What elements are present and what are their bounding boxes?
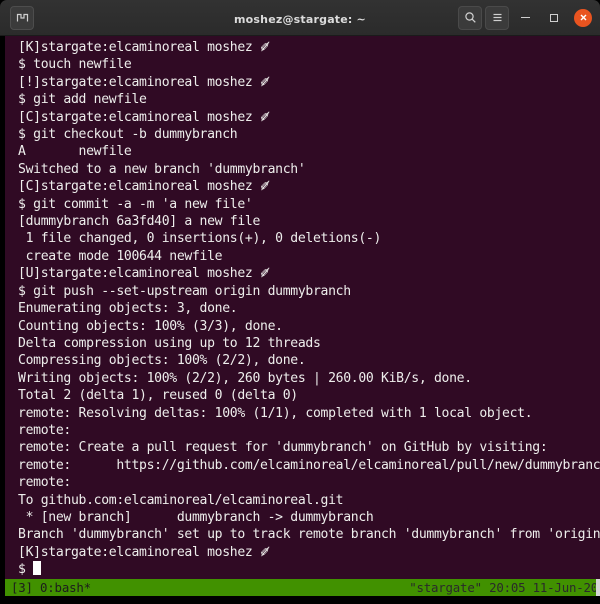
terminal-line: * [new branch] dummybranch -> dummybranc…	[5, 509, 600, 526]
terminal-line: [K]stargate:elcaminoreal moshez ✐̸	[5, 39, 600, 56]
no-edit-pencil-icon: ✐̸	[260, 179, 270, 193]
terminal-line: Delta compression using up to 12 threads	[5, 335, 600, 352]
terminal-line: 1 file changed, 0 insertions(+), 0 delet…	[5, 230, 600, 247]
terminal-line: Branch 'dummybranch' set up to track rem…	[5, 526, 600, 543]
terminal-body-frame: [K]stargate:elcaminoreal moshez ✐̸$ touc…	[0, 36, 600, 604]
no-edit-pencil-icon: ✐̸	[260, 266, 270, 280]
title-bar[interactable]: moshez@stargate: ~	[0, 0, 600, 36]
terminal-line: A newfile	[5, 143, 600, 160]
terminal-line: $ git checkout -b dummybranch	[5, 126, 600, 143]
no-edit-pencil-icon: ✐̸	[260, 40, 270, 54]
hamburger-menu-icon[interactable]	[485, 6, 509, 30]
terminal-line: Switched to a new branch 'dummybranch'	[5, 161, 600, 178]
title-bar-left-group	[8, 6, 34, 30]
no-edit-pencil-icon: ✐̸	[260, 75, 270, 89]
window-bottom-frame	[5, 596, 600, 604]
terminal-line: To github.com:elcaminoreal/elcaminoreal.…	[5, 492, 600, 509]
terminal-line: Writing objects: 100% (2/2), 260 bytes |…	[5, 370, 600, 387]
terminal-line: remote:	[5, 422, 600, 439]
search-icon[interactable]	[458, 6, 482, 30]
terminal-line: Counting objects: 100% (3/3), done.	[5, 318, 600, 335]
terminal-cursor	[33, 561, 41, 575]
terminal-line: $ git commit -a -m 'a new file'	[5, 196, 600, 213]
terminal-prompt-line[interactable]: $	[5, 561, 600, 578]
terminal-line: remote: https://github.com/elcaminoreal/…	[5, 457, 600, 474]
terminal-line: $ git add newfile	[5, 91, 600, 108]
tmux-session-info: "stargate" 20:05 11-Jun-20	[409, 579, 598, 596]
terminal-line: remote: Resolving deltas: 100% (1/1), co…	[5, 405, 600, 422]
no-edit-pencil-icon: ✐̸	[260, 110, 270, 124]
terminal-line: [U]stargate:elcaminoreal moshez ✐̸	[5, 265, 600, 282]
terminal-window: moshez@stargate: ~	[0, 0, 600, 542]
tmux-window-list[interactable]: [3] 0:bash*	[11, 579, 91, 596]
minimize-icon[interactable]	[512, 5, 538, 31]
tmux-status-bar[interactable]: [3] 0:bash* "stargate" 20:05 11-Jun-20	[5, 579, 600, 596]
terminal-line: remote:	[5, 474, 600, 491]
terminal-line: remote: Create a pull request for 'dummy…	[5, 439, 600, 456]
terminal-line: Total 2 (delta 1), reused 0 (delta 0)	[5, 387, 600, 404]
title-bar-controls	[458, 5, 594, 31]
terminal-icon[interactable]	[10, 6, 34, 30]
terminal-line: [dummybranch 6a3fd40] a new file	[5, 213, 600, 230]
terminal-line: Compressing objects: 100% (2/2), done.	[5, 352, 600, 369]
terminal-line: [C]stargate:elcaminoreal moshez ✐̸	[5, 178, 600, 195]
window-title: moshez@stargate: ~	[234, 13, 366, 26]
terminal-output[interactable]: [K]stargate:elcaminoreal moshez ✐̸$ touc…	[5, 36, 600, 579]
maximize-glyph	[550, 14, 558, 22]
minimize-glyph	[521, 17, 530, 18]
terminal-line: [C]stargate:elcaminoreal moshez ✐̸	[5, 109, 600, 126]
terminal-line: $ touch newfile	[5, 56, 600, 73]
maximize-icon[interactable]	[541, 5, 567, 31]
close-icon[interactable]	[574, 9, 592, 27]
terminal-line: $ git push --set-upstream origin dummybr…	[5, 283, 600, 300]
terminal-line: create mode 100644 newfile	[5, 248, 600, 265]
terminal-line: [!]stargate:elcaminoreal moshez ✐̸	[5, 74, 600, 91]
status-bar-cursor	[596, 579, 600, 596]
terminal-line: [K]stargate:elcaminoreal moshez ✐̸	[5, 544, 600, 561]
no-edit-pencil-icon: ✐̸	[260, 545, 270, 559]
terminal-line: Enumerating objects: 3, done.	[5, 300, 600, 317]
